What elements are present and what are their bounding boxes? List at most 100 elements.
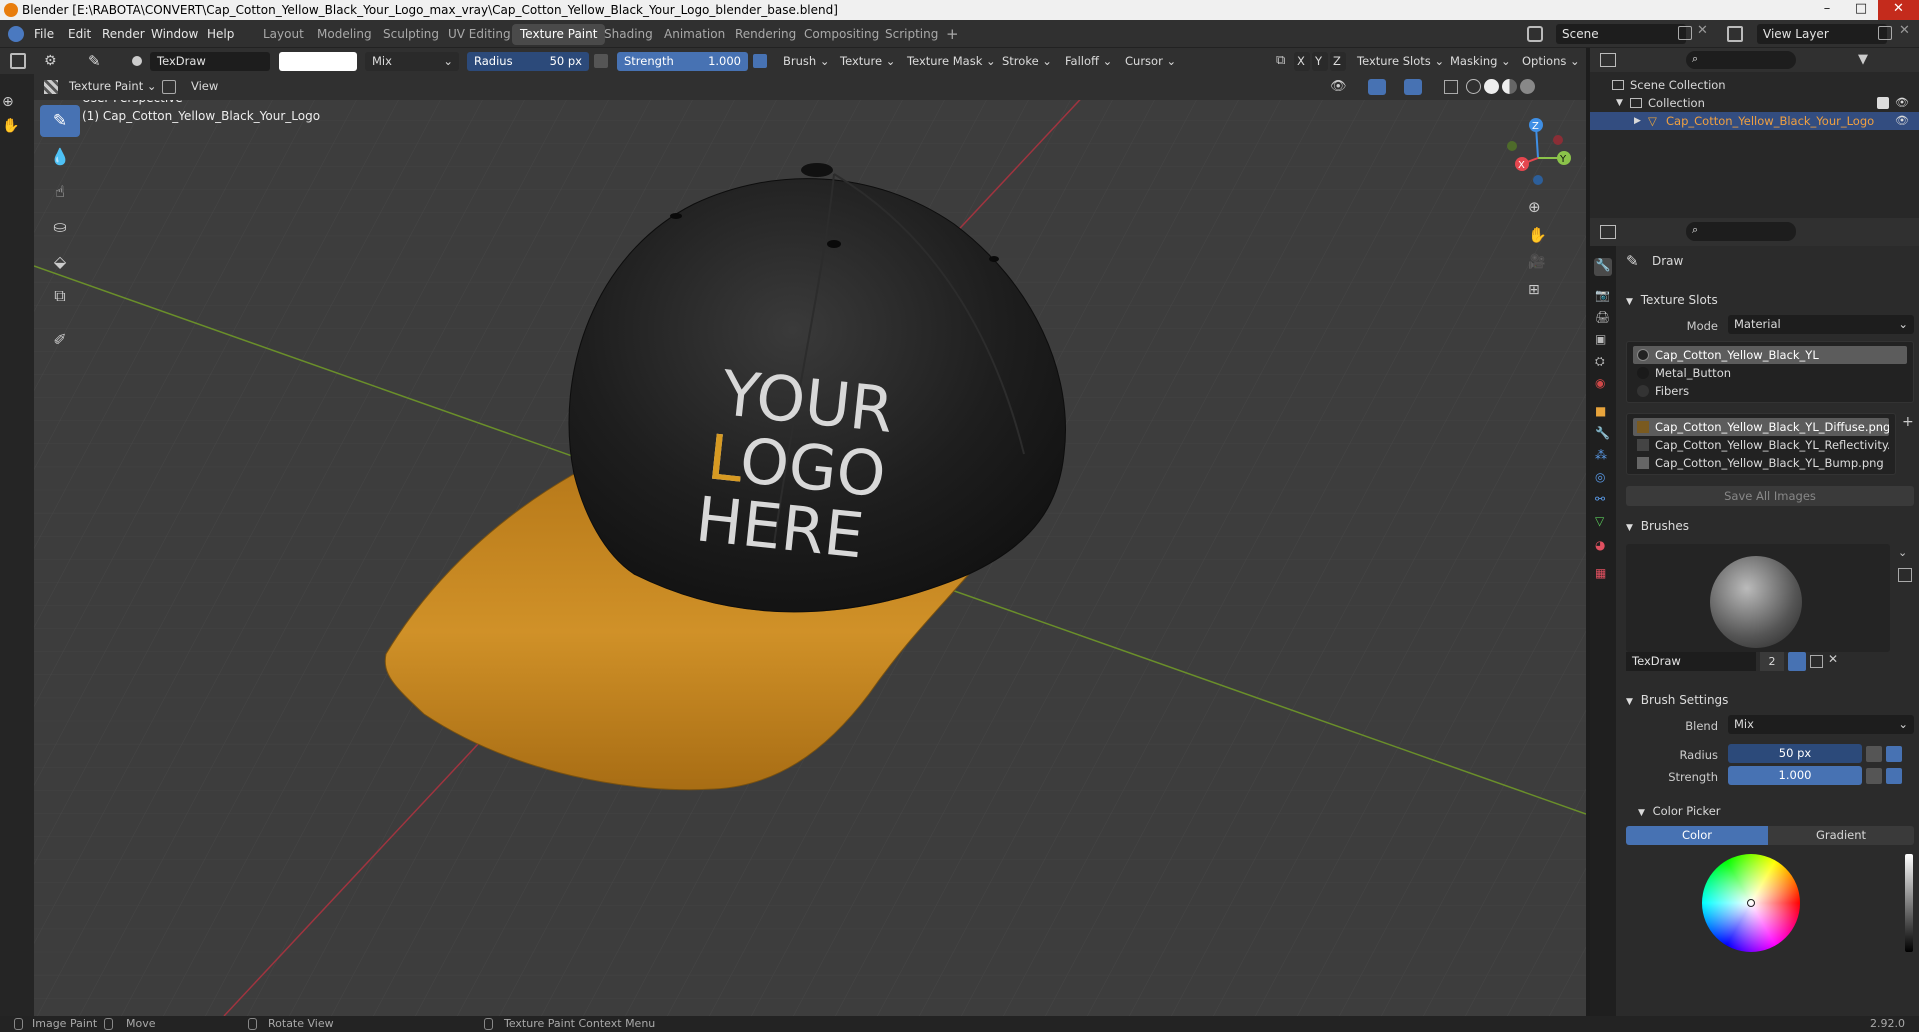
material-slot-item[interactable]: Fibers (1633, 382, 1907, 400)
brush-name-field[interactable]: TexDraw (150, 52, 270, 71)
brush-specials-icon[interactable]: ⌄ (1898, 546, 1907, 559)
mirror-z-toggle[interactable]: Z (1330, 52, 1346, 71)
clone-tool-button[interactable]: ⛀ (40, 210, 80, 242)
tab-shading[interactable]: Shading (596, 24, 661, 45)
menu-file[interactable]: File (34, 27, 54, 41)
gizmo-toggle-icon[interactable] (1368, 79, 1386, 95)
scene-icon[interactable] (1527, 26, 1543, 42)
menu-render[interactable]: Render (102, 27, 145, 41)
strength-unit-icon[interactable] (1866, 768, 1882, 784)
zoom-icon[interactable]: ⊕ (2, 94, 14, 110)
filter-icon[interactable]: ▼ (1858, 52, 1868, 67)
modifier-tab-icon[interactable]: 🔧 (1595, 426, 1610, 440)
strength-slider[interactable]: 1.000 (1728, 766, 1862, 785)
material-tab-icon[interactable]: ◕ (1595, 538, 1605, 552)
image-slot-item[interactable]: Cap_Cotton_Yellow_Black_YL_Diffuse.png (1633, 418, 1889, 436)
stroke-menu[interactable]: Stroke ⌄ (995, 52, 1059, 71)
smear-tool-button[interactable]: ☝ (40, 175, 80, 207)
minimize-button[interactable]: – (1810, 0, 1844, 20)
texture-slots-header[interactable]: ▼ Texture Slots (1618, 288, 1919, 312)
tab-layout[interactable]: Layout (255, 24, 312, 45)
strength-pressure-icon[interactable] (753, 54, 767, 68)
new-scene-icon[interactable] (1678, 26, 1692, 40)
pan-hand-icon[interactable]: ✋ (2, 118, 19, 134)
radius-unit-icon[interactable] (1866, 746, 1882, 762)
mirror-y-toggle[interactable]: Y (1312, 52, 1328, 71)
camera-view-icon[interactable]: 🎥 (1528, 254, 1545, 270)
tab-animation[interactable]: Animation (656, 24, 733, 45)
color-picker-header[interactable]: ▼ Color Picker (1638, 801, 1898, 821)
tab-uv-editing[interactable]: UV Editing (440, 24, 519, 45)
gradient-tab[interactable]: Gradient (1768, 826, 1914, 845)
view-layer-tab-icon[interactable]: ▣ (1595, 332, 1606, 346)
zoom-view-icon[interactable]: ⊕ (1528, 198, 1541, 216)
menu-help[interactable]: Help (207, 27, 234, 41)
add-image-button[interactable]: + (1902, 414, 1914, 430)
data-tab-icon[interactable]: ▽ (1595, 514, 1604, 528)
pan-view-icon[interactable]: ✋ (1528, 226, 1547, 244)
fill-tool-button[interactable]: ⬙ (40, 245, 80, 277)
object-tab-icon[interactable]: ■ (1595, 404, 1606, 418)
rendered-shading-icon[interactable] (1520, 79, 1535, 94)
world-tab-icon[interactable]: ◉ (1595, 376, 1605, 390)
tool-settings-icon[interactable]: ⚙ (44, 53, 57, 69)
soften-tool-button[interactable]: 💧 (40, 140, 80, 172)
color-tab[interactable]: Color (1626, 826, 1768, 845)
neg-x-axis-ball[interactable] (1553, 135, 1563, 145)
texture-mask-menu[interactable]: Texture Mask ⌄ (900, 52, 1003, 71)
menu-edit[interactable]: Edit (68, 27, 91, 41)
mirror-icon[interactable]: ⧉ (1276, 53, 1285, 68)
blender-menu-icon[interactable] (8, 26, 24, 42)
output-tab-icon[interactable]: 🖨 (1595, 310, 1610, 324)
brush-settings-header[interactable]: ▼ Brush Settings (1618, 688, 1919, 712)
wireframe-shading-icon[interactable] (1466, 79, 1481, 94)
mirror-x-toggle[interactable]: X (1294, 52, 1310, 71)
eye-icon[interactable]: 👁 (1895, 94, 1909, 112)
physics-tab-icon[interactable]: ◎ (1595, 470, 1605, 484)
material-slot-item[interactable]: Metal_Button (1633, 364, 1907, 382)
image-slot-item[interactable]: Cap_Cotton_Yellow_Black_YL_Bump.png (1633, 454, 1889, 472)
blend-mode-dropdown[interactable]: Mix ⌄ (365, 52, 459, 71)
blend-dropdown[interactable]: Mix ⌄ (1728, 715, 1914, 734)
brush-color-swatch[interactable] (279, 52, 357, 71)
navigation-gizmo[interactable]: Z Y X ⊕ ✋ 🎥 ⊞ (1500, 116, 1576, 306)
add-workspace-button[interactable]: + (938, 24, 967, 45)
tab-texture-paint[interactable]: Texture Paint (512, 24, 606, 45)
strength-pressure-icon[interactable] (1886, 768, 1902, 784)
texture-slots-menu[interactable]: Texture Slots ⌄ (1350, 52, 1451, 71)
radius-slider[interactable]: 50 px (1728, 744, 1862, 763)
constraints-tab-icon[interactable]: ⚯ (1595, 492, 1605, 506)
expand-icon[interactable]: ▶ (1634, 112, 1641, 130)
scene-tab-icon[interactable]: ⛭ (1595, 354, 1605, 369)
view-layer-icon[interactable] (1727, 26, 1743, 42)
mask-tool-button[interactable]: ⧉ (40, 280, 80, 312)
radius-pressure-icon[interactable] (594, 54, 608, 68)
radius-pressure-icon[interactable] (1886, 746, 1902, 762)
color-wheel[interactable] (1702, 854, 1800, 952)
expand-icon[interactable]: ▼ (1616, 94, 1623, 112)
close-button[interactable]: ✕ (1878, 0, 1919, 20)
masking-menu[interactable]: Masking ⌄ (1443, 52, 1518, 71)
maximize-button[interactable]: □ (1844, 0, 1878, 20)
outliner-row-object[interactable]: ▶ ▽ Cap_Cotton_Yellow_Black_Your_Logo 👁 (1590, 112, 1919, 130)
duplicate-brush-icon[interactable] (1810, 655, 1823, 668)
display-mode-icon[interactable] (1600, 53, 1616, 67)
texture-mode-dropdown[interactable]: Material ⌄ (1728, 315, 1914, 334)
value-slider[interactable] (1905, 854, 1913, 952)
material-shading-icon[interactable] (1502, 79, 1517, 94)
tab-modeling[interactable]: Modeling (309, 24, 380, 45)
annotate-tool-button[interactable]: ✐ (40, 323, 80, 355)
render-tab-icon[interactable]: 📷 (1595, 288, 1610, 302)
view-layer-selector[interactable]: View Layer (1757, 24, 1887, 44)
brush-tool-icon[interactable]: ✎ (88, 52, 101, 70)
editor-type-icon[interactable] (1600, 225, 1616, 239)
texture-tab-icon[interactable]: ▦ (1595, 566, 1606, 580)
material-slot-item[interactable]: Cap_Cotton_Yellow_Black_YL (1633, 346, 1907, 364)
brush-datablock-icon[interactable] (132, 56, 142, 66)
unlink-brush-icon[interactable]: ✕ (1828, 652, 1838, 666)
neg-z-axis-ball[interactable] (1533, 175, 1543, 185)
image-slot-item[interactable]: Cap_Cotton_Yellow_Black_YL_Reflectivity.… (1633, 436, 1889, 454)
particles-tab-icon[interactable]: ⁂ (1595, 448, 1607, 462)
cursor-menu[interactable]: Cursor ⌄ (1118, 52, 1183, 71)
view-menu[interactable]: View (184, 77, 225, 96)
